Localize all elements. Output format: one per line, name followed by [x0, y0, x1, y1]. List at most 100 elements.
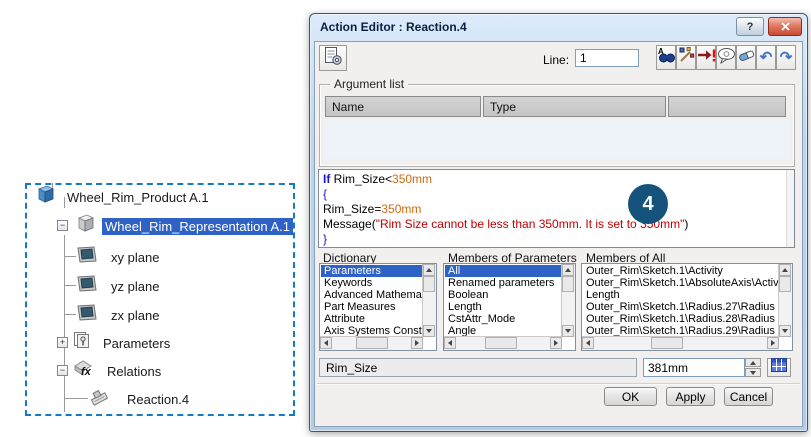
list-item[interactable]: Outer_Rim\Sketch.1\Radius.28\Radius: [583, 313, 778, 325]
list-item[interactable]: Angle: [445, 325, 561, 336]
relations-fx-icon: fx: [72, 359, 96, 383]
list-item[interactable]: Attribute: [321, 313, 422, 325]
script-gear-icon: [323, 46, 343, 71]
expand-toggle[interactable]: +: [57, 337, 68, 348]
scrollbar-thumb[interactable]: [779, 276, 791, 292]
horizontal-scrollbar[interactable]: [320, 336, 423, 350]
horizontal-scrollbar[interactable]: [444, 336, 562, 350]
tree-item-xy-plane[interactable]: xy plane: [74, 247, 162, 267]
list-item[interactable]: Length: [445, 301, 561, 313]
dialog-titlebar[interactable]: Action Editor : Reaction.4 ?: [310, 14, 807, 41]
part-icon: [74, 214, 96, 239]
collapse-toggle[interactable]: −: [57, 365, 68, 376]
scroll-right-icon[interactable]: [411, 337, 423, 349]
vertical-scrollbar[interactable]: [561, 264, 575, 337]
line-number-label: Line:: [543, 53, 569, 67]
argument-list-body[interactable]: [325, 119, 789, 159]
list-item[interactable]: Part Measures: [321, 301, 422, 313]
tree-item-representation[interactable]: Wheel_Rim_Representation A.1: [74, 216, 293, 236]
expression-field[interactable]: Rim_Size: [319, 358, 637, 377]
argument-list-title: Argument list: [330, 77, 408, 91]
spinner-down-icon[interactable]: [745, 368, 761, 377]
erase-button[interactable]: [736, 45, 756, 70]
tree-item-parameters[interactable]: Parameters: [72, 333, 173, 353]
vertical-scrollbar[interactable]: [778, 264, 792, 337]
measure-table-button[interactable]: [767, 358, 791, 377]
scrollbar-thumb[interactable]: [423, 276, 435, 292]
footer-separator: [317, 383, 800, 385]
dialog-client-area: Line: 1 A: [314, 41, 803, 427]
tree-item-product[interactable]: Wheel_Rim_Product A.1: [34, 187, 212, 207]
redo-button[interactable]: ↷: [776, 45, 796, 70]
help-button[interactable]: ?: [736, 17, 764, 36]
scroll-down-icon[interactable]: [779, 325, 791, 337]
blue-grid-icon: [771, 358, 787, 377]
scroll-down-icon[interactable]: [423, 325, 435, 337]
list-item[interactable]: Renamed parameters: [445, 277, 561, 289]
action-editor-dialog: Action Editor : Reaction.4 ?: [309, 13, 808, 432]
insert-message-button[interactable]: [696, 45, 716, 70]
scrollbar-thumb[interactable]: [356, 337, 388, 349]
list-item[interactable]: Axis Systems Constructors: [321, 325, 422, 336]
dictionary-items: ParametersKeywordsAdvanced Mathematics F…: [321, 265, 422, 336]
list-item[interactable]: Length: [583, 289, 778, 301]
step-badge: 4: [628, 184, 668, 224]
tree-item-zx-plane[interactable]: zx plane: [74, 305, 162, 325]
ok-button[interactable]: OK: [604, 387, 657, 406]
scrollbar-thumb[interactable]: [651, 337, 683, 349]
cancel-button[interactable]: Cancel: [724, 387, 773, 406]
list-item[interactable]: Boolean: [445, 289, 561, 301]
scrollbar-thumb[interactable]: [562, 276, 574, 292]
find-button[interactable]: A: [656, 45, 676, 70]
spinner-up-icon[interactable]: [745, 358, 761, 367]
close-button[interactable]: [768, 17, 802, 36]
scroll-left-icon[interactable]: [320, 337, 332, 349]
list-item[interactable]: Outer_Rim\Sketch.1\Activity: [583, 265, 778, 277]
scroll-up-icon[interactable]: [779, 264, 791, 276]
list-item[interactable]: Keywords: [321, 277, 422, 289]
tree-item-yz-plane[interactable]: yz plane: [74, 276, 162, 296]
horizontal-scrollbar[interactable]: [582, 336, 779, 350]
editor-scrollbar[interactable]: [786, 170, 794, 247]
scroll-right-icon[interactable]: [767, 337, 779, 349]
tree-item-label: Relations: [104, 363, 164, 380]
list-item[interactable]: Advanced Mathematics Functions: [321, 289, 422, 301]
list-item[interactable]: Outer_Rim\Sketch.1\Radius.27\Radius: [583, 301, 778, 313]
scrollbar-thumb[interactable]: [485, 337, 517, 349]
arrow-exclamation-icon: [697, 47, 716, 68]
argument-list-group: Argument list Name Type: [319, 84, 795, 167]
line-number-input[interactable]: 1: [575, 49, 639, 67]
undo-button[interactable]: ↶: [756, 45, 776, 70]
list-item[interactable]: Parameters: [321, 265, 422, 277]
wand-icon: [677, 46, 695, 69]
list-item[interactable]: Outer_Rim\Sketch.1\Radius.29\Radius: [583, 325, 778, 336]
vertical-scrollbar[interactable]: [422, 264, 436, 337]
members-of-parameters-items: AllRenamed parametersBooleanLengthCstAtt…: [445, 265, 561, 336]
collapse-toggle[interactable]: −: [57, 220, 68, 231]
scroll-up-icon[interactable]: [423, 264, 435, 276]
apply-button[interactable]: Apply: [666, 387, 715, 406]
list-item[interactable]: Outer_Rim\Sketch.1\AbsoluteAxis\Activity: [583, 277, 778, 289]
scroll-up-icon[interactable]: [562, 264, 574, 276]
members-of-all-items: Outer_Rim\Sketch.1\ActivityOuter_Rim\Ske…: [583, 265, 778, 336]
list-item[interactable]: CstAttr_Mode: [445, 313, 561, 325]
tree-item-reaction[interactable]: Reaction.4: [86, 389, 192, 409]
value-input[interactable]: 381mm: [643, 358, 745, 377]
edit-action-button[interactable]: [319, 45, 347, 71]
scroll-left-icon[interactable]: [582, 337, 594, 349]
column-header-type[interactable]: Type: [483, 96, 666, 117]
tree-item-relations[interactable]: fx Relations: [72, 361, 164, 381]
scroll-down-icon[interactable]: [562, 325, 574, 337]
column-header-extra[interactable]: [668, 96, 786, 117]
tree-item-label: zx plane: [108, 307, 162, 324]
reaction-icon: [86, 387, 112, 412]
comment-button[interactable]: [716, 45, 736, 70]
value-spinner: [745, 358, 761, 377]
binoculars-icon: A: [657, 46, 675, 69]
column-header-name[interactable]: Name: [325, 96, 481, 117]
code-editor[interactable]: If Rim_Size<350mm{Rim_Size=350mmMessage(…: [318, 169, 795, 248]
list-item[interactable]: All: [445, 265, 561, 277]
format-wizard-button[interactable]: [676, 45, 696, 70]
scroll-left-icon[interactable]: [444, 337, 456, 349]
scroll-right-icon[interactable]: [550, 337, 562, 349]
